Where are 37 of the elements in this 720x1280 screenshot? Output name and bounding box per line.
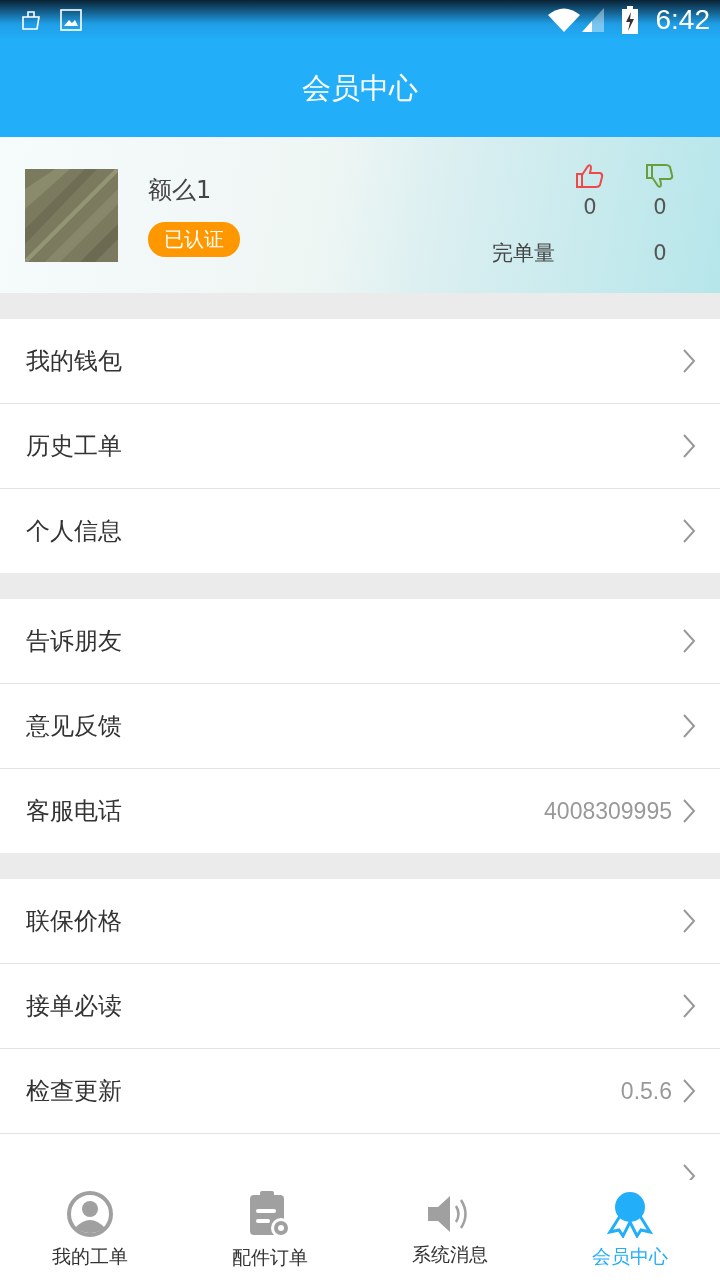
image-icon	[60, 9, 82, 31]
wifi-icon	[547, 8, 580, 32]
menu-value: 4008309995	[544, 797, 672, 825]
thumbs-up-icon[interactable]	[576, 163, 604, 189]
like-count: 0	[583, 195, 597, 219]
menu-label: 客服电话	[26, 796, 123, 827]
menu-label: 联保价格	[26, 906, 123, 937]
medal-icon	[606, 1190, 654, 1238]
chevron-icon	[682, 798, 696, 824]
menu-label: 接单必读	[26, 991, 123, 1022]
clock-time: 6:42	[655, 4, 710, 36]
chevron-icon	[682, 433, 696, 459]
menu-label: 告诉朋友	[26, 626, 123, 657]
signal-icon	[581, 8, 604, 32]
menu-value: 0.5.6	[620, 1077, 672, 1105]
user-name: 额么1	[148, 174, 212, 206]
chevron-icon	[682, 993, 696, 1019]
chevron-icon	[682, 713, 696, 739]
chevron-icon	[682, 1078, 696, 1104]
chevron-icon	[682, 518, 696, 544]
thumbs-down-icon[interactable]	[646, 163, 674, 189]
person-icon	[66, 1190, 114, 1238]
menu-label: 个人信息	[26, 516, 123, 547]
chevron-icon	[682, 908, 696, 934]
bag-icon	[20, 9, 42, 31]
page-title: 会员中心	[302, 69, 418, 107]
dislike-count: 0	[653, 195, 667, 219]
verified-badge: 已认证	[148, 221, 240, 257]
orders-count: 0	[653, 241, 667, 265]
menu-label: 意见反馈	[26, 711, 123, 742]
orders-label: 完单量	[492, 240, 555, 267]
chevron-icon	[682, 348, 696, 374]
menu-label: 历史工单	[26, 431, 123, 462]
menu-label: 检查更新	[26, 1076, 123, 1107]
chevron-icon	[682, 628, 696, 654]
battery-charging-icon	[621, 6, 638, 34]
menu-label: 我的钱包	[26, 346, 123, 377]
